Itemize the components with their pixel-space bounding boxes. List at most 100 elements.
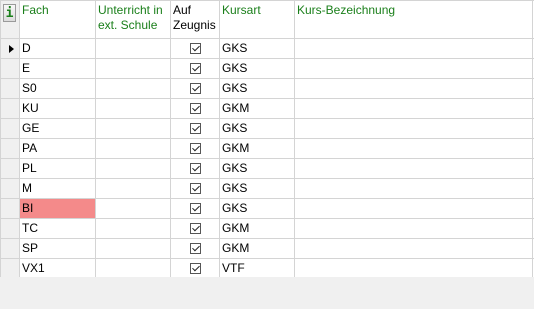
- cell-auf-zeugnis[interactable]: [170, 178, 220, 199]
- row-indicator[interactable]: [0, 258, 20, 277]
- cell-kurs-bezeichnung[interactable]: [294, 138, 533, 159]
- table-row[interactable]: BIGKSI: [0, 198, 534, 219]
- info-button[interactable]: i: [3, 4, 16, 22]
- cell-kursart[interactable]: GKS: [219, 78, 295, 99]
- auf-zeugnis-checkbox[interactable]: [189, 183, 201, 195]
- cell-fach[interactable]: PA: [19, 138, 96, 159]
- row-indicator[interactable]: [0, 158, 20, 179]
- cell-auf-zeugnis[interactable]: [170, 218, 220, 239]
- cell-auf-zeugnis[interactable]: [170, 158, 220, 179]
- cell-fach[interactable]: S0: [19, 78, 96, 99]
- cell-auf-zeugnis[interactable]: [170, 198, 220, 219]
- cell-fach[interactable]: M: [19, 178, 96, 199]
- header-kurs-bezeichnung[interactable]: Kurs-Bezeichnung: [294, 0, 533, 39]
- cell-fach[interactable]: SP: [19, 238, 96, 259]
- auf-zeugnis-checkbox[interactable]: [189, 263, 201, 275]
- cell-fach[interactable]: GE: [19, 118, 96, 139]
- row-indicator[interactable]: [0, 78, 20, 99]
- header-fach[interactable]: Fach: [19, 0, 96, 39]
- header-auf-zeugnis[interactable]: Auf Zeugnis: [170, 0, 220, 39]
- cell-fach[interactable]: BI: [19, 198, 96, 219]
- table-row[interactable]: EGKSI: [0, 58, 534, 79]
- table-row[interactable]: VX1VTFI: [0, 258, 534, 277]
- cell-fach[interactable]: TC: [19, 218, 96, 239]
- cell-unterricht-ext[interactable]: [95, 58, 171, 79]
- auf-zeugnis-checkbox[interactable]: [189, 83, 201, 95]
- cell-kurs-bezeichnung[interactable]: [294, 238, 533, 259]
- row-indicator[interactable]: [0, 238, 20, 259]
- cell-kursart[interactable]: GKS: [219, 38, 295, 59]
- table-row[interactable]: PLGKSZ: [0, 158, 534, 179]
- cell-unterricht-ext[interactable]: [95, 178, 171, 199]
- auf-zeugnis-checkbox[interactable]: [189, 103, 201, 115]
- cell-unterricht-ext[interactable]: [95, 138, 171, 159]
- row-indicator[interactable]: [0, 218, 20, 239]
- cell-kurs-bezeichnung[interactable]: [294, 198, 533, 219]
- cell-kursart[interactable]: GKS: [219, 58, 295, 79]
- cell-kurs-bezeichnung[interactable]: [294, 118, 533, 139]
- auf-zeugnis-checkbox[interactable]: [189, 203, 201, 215]
- header-unterricht-ext[interactable]: Unterricht in ext. Schule: [95, 0, 171, 39]
- cell-auf-zeugnis[interactable]: [170, 58, 220, 79]
- cell-unterricht-ext[interactable]: [95, 158, 171, 179]
- cell-auf-zeugnis[interactable]: [170, 38, 220, 59]
- cell-kurs-bezeichnung[interactable]: [294, 158, 533, 179]
- cell-fach[interactable]: PL: [19, 158, 96, 179]
- cell-fach[interactable]: KU: [19, 98, 96, 119]
- auf-zeugnis-checkbox[interactable]: [189, 243, 201, 255]
- row-indicator[interactable]: [0, 178, 20, 199]
- header-kursart[interactable]: Kursart: [219, 0, 295, 39]
- cell-kurs-bezeichnung[interactable]: [294, 78, 533, 99]
- cell-auf-zeugnis[interactable]: [170, 98, 220, 119]
- cell-kursart[interactable]: GKS: [219, 178, 295, 199]
- cell-fach[interactable]: E: [19, 58, 96, 79]
- cell-unterricht-ext[interactable]: [95, 218, 171, 239]
- cell-unterricht-ext[interactable]: [95, 118, 171, 139]
- cell-kursart[interactable]: GKS: [219, 198, 295, 219]
- cell-fach[interactable]: VX1: [19, 258, 96, 277]
- row-indicator[interactable]: [0, 118, 20, 139]
- auf-zeugnis-checkbox[interactable]: [189, 163, 201, 175]
- table-row[interactable]: S0GKSI: [0, 78, 534, 99]
- table-row[interactable]: MGKSI: [0, 178, 534, 199]
- cell-kursart[interactable]: GKM: [219, 238, 295, 259]
- cell-auf-zeugnis[interactable]: [170, 258, 220, 277]
- row-indicator[interactable]: [0, 198, 20, 219]
- cell-kurs-bezeichnung[interactable]: [294, 218, 533, 239]
- cell-auf-zeugnis[interactable]: [170, 118, 220, 139]
- cell-kursart[interactable]: GKM: [219, 98, 295, 119]
- auf-zeugnis-checkbox[interactable]: [189, 123, 201, 135]
- cell-auf-zeugnis[interactable]: [170, 78, 220, 99]
- row-indicator[interactable]: [0, 38, 20, 59]
- cell-kurs-bezeichnung[interactable]: [294, 258, 533, 277]
- auf-zeugnis-checkbox[interactable]: [189, 143, 201, 155]
- cell-unterricht-ext[interactable]: [95, 78, 171, 99]
- auf-zeugnis-checkbox[interactable]: [189, 223, 201, 235]
- cell-auf-zeugnis[interactable]: [170, 138, 220, 159]
- cell-kursart[interactable]: GKM: [219, 218, 295, 239]
- table-row[interactable]: DGKSC: [0, 38, 534, 59]
- cell-kursart[interactable]: GKS: [219, 158, 295, 179]
- auf-zeugnis-checkbox[interactable]: [189, 63, 201, 75]
- table-row[interactable]: GEGKSZ: [0, 118, 534, 139]
- auf-zeugnis-checkbox[interactable]: [189, 43, 201, 55]
- row-indicator[interactable]: [0, 138, 20, 159]
- cell-unterricht-ext[interactable]: [95, 38, 171, 59]
- cell-fach[interactable]: D: [19, 38, 96, 59]
- cell-unterricht-ext[interactable]: [95, 98, 171, 119]
- cell-kurs-bezeichnung[interactable]: [294, 98, 533, 119]
- cell-kurs-bezeichnung[interactable]: [294, 58, 533, 79]
- row-indicator[interactable]: [0, 98, 20, 119]
- cell-unterricht-ext[interactable]: [95, 258, 171, 277]
- cell-kursart[interactable]: GKS: [219, 118, 295, 139]
- table-row[interactable]: SPGKMC: [0, 238, 534, 259]
- cell-kurs-bezeichnung[interactable]: [294, 38, 533, 59]
- cell-kurs-bezeichnung[interactable]: [294, 178, 533, 199]
- cell-kursart[interactable]: VTF: [219, 258, 295, 277]
- row-indicator[interactable]: [0, 58, 20, 79]
- cell-unterricht-ext[interactable]: [95, 238, 171, 259]
- table-row[interactable]: TCGKMS: [0, 218, 534, 239]
- cell-auf-zeugnis[interactable]: [170, 238, 220, 259]
- table-row[interactable]: PAGKMJ: [0, 138, 534, 159]
- table-row[interactable]: KUGKMI: [0, 98, 534, 119]
